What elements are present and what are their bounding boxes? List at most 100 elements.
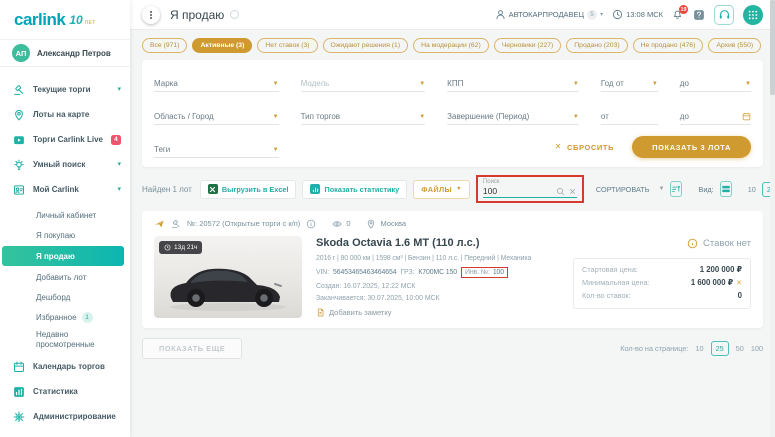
- bulb-icon: [14, 159, 24, 170]
- context-menu-button[interactable]: [142, 5, 160, 24]
- sidebar-item-favorites[interactable]: Избранное 1: [0, 307, 130, 327]
- sidebar-item-i-sell[interactable]: Я продаю: [2, 246, 124, 266]
- per-page-10[interactable]: 10: [695, 344, 703, 353]
- show-statistics-button[interactable]: Показать статистику: [302, 179, 408, 199]
- favorites-count-badge: 1: [81, 311, 93, 323]
- chevron-down-icon: ▼: [419, 81, 426, 87]
- filter-date-to[interactable]: до: [679, 103, 751, 125]
- bids-count-row: Кол-во ставок: 0: [582, 290, 742, 303]
- person-icon: [496, 10, 505, 20]
- bids-count-value: 0: [737, 290, 742, 300]
- chip-drafts[interactable]: Черновики (227): [493, 38, 562, 53]
- sidebar-item-i-buy[interactable]: Я покупаю: [0, 225, 130, 245]
- filter-year-to[interactable]: до ▼: [679, 70, 751, 92]
- support-button[interactable]: [714, 4, 734, 25]
- gavel-icon: [14, 84, 24, 95]
- lot-created: Создан: 16.07.2025, 12:22 МСК: [316, 283, 416, 290]
- sidebar-item-current-auctions[interactable]: Текущие торги ▾: [0, 77, 130, 102]
- min-price-row: Минимальная цена: 1 600 000 ₽ ✕: [582, 277, 742, 290]
- sidebar-item-add-lot[interactable]: Добавить лот: [0, 267, 130, 287]
- sort-ascending-button[interactable]: [670, 181, 683, 197]
- close-icon: ✕: [554, 142, 562, 151]
- chip-moderation[interactable]: На модерации (62): [413, 38, 489, 53]
- sidebar-item-personal-cabinet[interactable]: Личный кабинет: [0, 205, 130, 225]
- price-box: Стартовая цена: 1 200 000 ₽ Минимальная …: [573, 258, 751, 309]
- lot-photo[interactable]: 13д 21ч: [154, 236, 302, 318]
- lot-card-header: №: 20572 (Открытые торги с к/п) 0 Москва: [154, 218, 751, 236]
- sidebar-item-carlink-live[interactable]: Торги Carlink Live 4: [0, 127, 130, 152]
- chip-awaiting-decision[interactable]: Ожидают решения (1): [322, 38, 409, 53]
- filter-region-city[interactable]: Область / Город ▼: [154, 103, 279, 125]
- calendar-icon: [742, 112, 751, 121]
- info-icon[interactable]: [306, 219, 316, 229]
- info-icon[interactable]: [230, 10, 240, 19]
- notifications-badge: 19: [679, 5, 688, 14]
- sidebar-item-dashboard[interactable]: Дешборд: [0, 287, 130, 307]
- chip-archive[interactable]: Архив (550): [708, 38, 762, 53]
- help-button[interactable]: [692, 8, 705, 21]
- per-page-label: Кол-во на странице:: [620, 344, 689, 353]
- avatar: АП: [12, 44, 30, 62]
- apps-menu-button[interactable]: [743, 4, 763, 25]
- notifications-button[interactable]: 19: [672, 5, 688, 20]
- per-page-25[interactable]: 25: [710, 341, 729, 356]
- sidebar-item-logout[interactable]: Выйти: [0, 429, 130, 437]
- cards-view-icon: [721, 185, 730, 193]
- per-page-100[interactable]: 100: [751, 344, 763, 353]
- sort-asc-icon: [672, 185, 681, 192]
- account-switcher[interactable]: АВТОКАРПРОДАВЕЦ 5 ▾: [495, 9, 603, 20]
- logo-text: carlink: [14, 9, 66, 29]
- sidebar: carlink 10 лет АП Александр Петров Текущ…: [0, 0, 130, 437]
- search-input[interactable]: [482, 186, 553, 196]
- filter-tags[interactable]: Теги ▼: [154, 136, 279, 158]
- per-page-50[interactable]: 50: [736, 344, 744, 353]
- chevron-down-icon: ▼: [272, 114, 279, 120]
- chip-all[interactable]: Все (971): [142, 38, 188, 53]
- lot-card: №: 20572 (Открытые торги с к/п) 0 Москва: [142, 211, 763, 328]
- sidebar-item-auction-calendar[interactable]: Календарь торгов: [0, 354, 130, 379]
- search-field[interactable]: Поиск: [482, 179, 577, 198]
- sidebar-item-recently-viewed[interactable]: Недавно просмотренные: [0, 327, 130, 352]
- filter-date-from[interactable]: от: [600, 103, 658, 125]
- lot-title[interactable]: Skoda Octavia 1.6 MT (110 л.с.): [316, 237, 551, 249]
- vertical-dots-icon: [150, 10, 152, 19]
- chevron-down-icon: ▼: [419, 114, 426, 120]
- search-icon[interactable]: [556, 187, 565, 196]
- content: Все (971) Активные (3) Нет ставок (3) Ож…: [130, 30, 775, 359]
- view-cards-button[interactable]: [719, 181, 732, 197]
- live-play-icon: [14, 135, 24, 144]
- sidebar-item-smart-search[interactable]: Умный поиск ▾: [0, 152, 130, 177]
- sort-dropdown[interactable]: СОРТИРОВАТЬ ▼: [596, 185, 665, 194]
- filter-ending-period[interactable]: Завершение (Период) ▼: [447, 103, 579, 125]
- reset-filters-button[interactable]: ✕ СБРОСИТЬ: [555, 143, 614, 152]
- chip-active[interactable]: Активные (3): [192, 38, 253, 53]
- filter-gearbox[interactable]: КПП ▼: [447, 70, 579, 92]
- clear-search-icon[interactable]: [568, 187, 577, 196]
- topbar: Я продаю АВТОКАРПРОДАВЕЦ 5 ▾ 13:08 МСК 1…: [130, 0, 775, 30]
- carlink-logo[interactable]: carlink 10 лет: [0, 0, 130, 40]
- sidebar-item-administration[interactable]: Администрирование: [0, 404, 130, 429]
- page-size-10[interactable]: 10: [748, 185, 756, 194]
- export-excel-button[interactable]: Выгрузить в Excel: [199, 179, 297, 199]
- files-dropdown-button[interactable]: ФАЙЛЫ ▼: [413, 179, 470, 199]
- sidebar-item-statistics[interactable]: Статистика: [0, 379, 130, 404]
- user-profile[interactable]: АП Александр Петров: [0, 40, 130, 67]
- filter-year-from[interactable]: Год от ▼: [600, 70, 658, 92]
- sidebar-item-lots-on-map[interactable]: Лоты на карте: [0, 102, 130, 127]
- add-note-button[interactable]: Добавить заметку: [316, 308, 551, 317]
- filter-brand[interactable]: Марка ▼: [154, 70, 279, 92]
- sidebar-item-my-carlink[interactable]: Мой Carlink ▾: [0, 177, 130, 202]
- chip-no-bids[interactable]: Нет ставок (3): [257, 38, 318, 53]
- vin-value: 56453465463464654: [333, 269, 397, 276]
- show-more-button[interactable]: ПОКАЗАТЬ ЕЩЕ: [142, 338, 243, 359]
- remove-min-price-icon[interactable]: ✕: [736, 278, 742, 290]
- filter-model[interactable]: Модель ▼: [300, 70, 426, 92]
- time-left-badge: 13д 21ч: [159, 241, 203, 254]
- scrollbar-thumb[interactable]: [770, 0, 775, 95]
- filter-auction-type[interactable]: Тип торгов ▼: [300, 103, 426, 125]
- show-lots-button[interactable]: ПОКАЗАТЬ 3 ЛОТА: [632, 136, 751, 158]
- excel-icon: [207, 184, 218, 194]
- chip-not-sold[interactable]: Не продано (476): [632, 38, 704, 53]
- chip-sold[interactable]: Продано (203): [566, 38, 628, 53]
- anniversary-badge: 10 лет: [69, 12, 96, 27]
